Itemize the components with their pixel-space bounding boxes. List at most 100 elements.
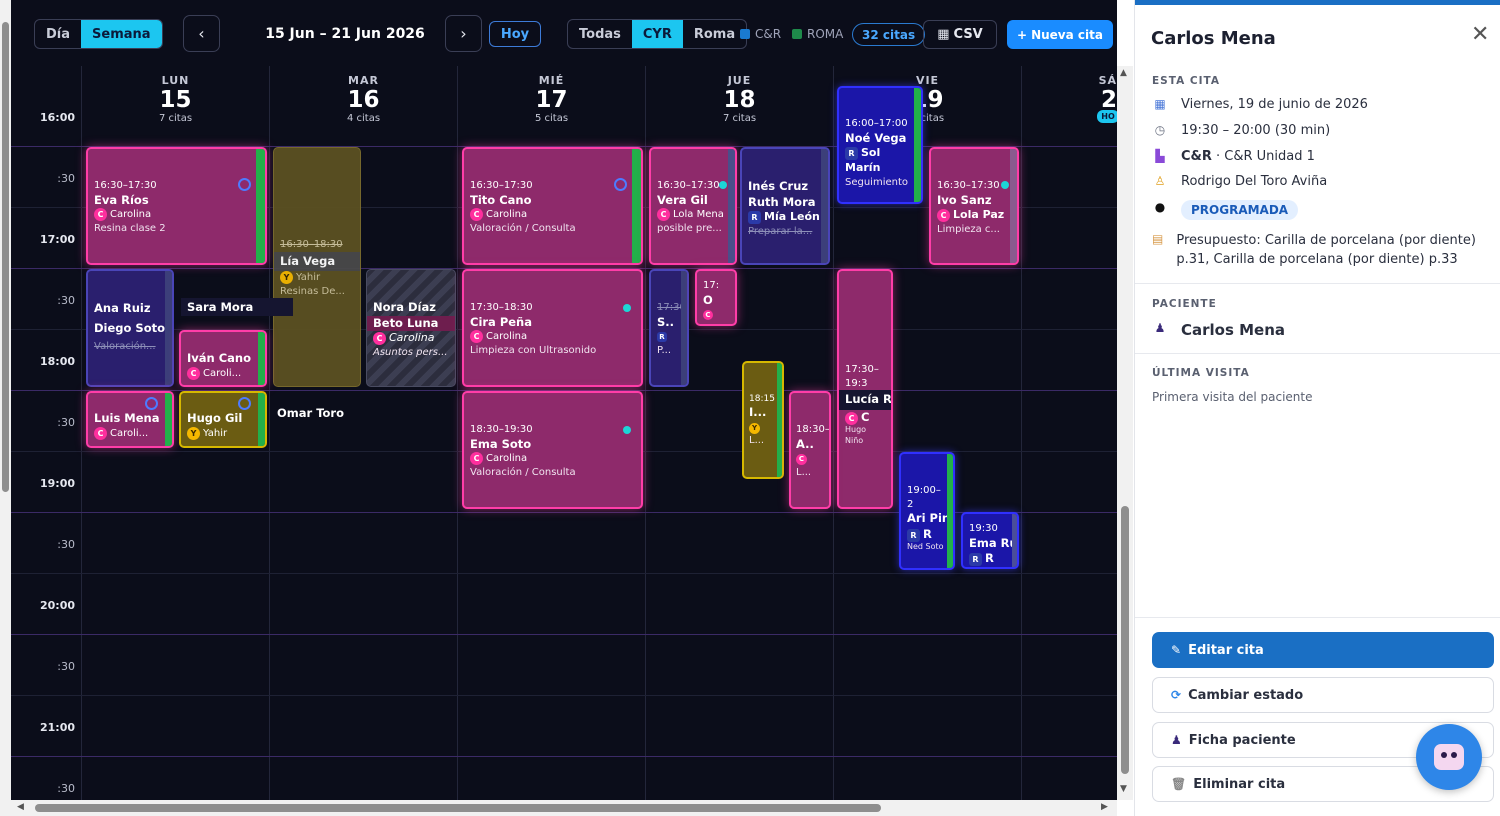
horizontal-scrollbar[interactable]: ◀ ▶ <box>11 800 1117 816</box>
status-icon <box>623 304 631 312</box>
appointment-card[interactable]: 16:30–18:30 Lía Vega Y Yahir Resinas De..… <box>273 147 361 387</box>
doctor-icon: R <box>969 553 982 567</box>
status-icon <box>145 397 158 410</box>
appointment-card[interactable]: Omar Toro <box>271 404 350 422</box>
doctor-icon: ♙ <box>1154 174 1166 188</box>
appointment-count-badge: 32 citas <box>852 23 926 46</box>
patient-row[interactable]: ♟ Carlos Mena <box>1152 321 1285 339</box>
clinic-filter: Todas CYR Roma <box>567 19 748 49</box>
appointment-card[interactable]: 16:30–17:30 Tito Cano C Carolina Valoraci… <box>462 147 643 265</box>
date-row: ▦ Viernes, 19 de junio de 2026 <box>1152 97 1368 112</box>
clock-icon: ◷ <box>1154 123 1166 137</box>
view-week-button[interactable]: Semana <box>81 20 162 48</box>
next-week-button[interactable]: › <box>445 15 482 52</box>
doctor-icon: R <box>657 332 667 343</box>
day-header-wed[interactable]: MIÉ 17 5 citas <box>458 74 645 124</box>
legend-cr-swatch <box>740 29 750 39</box>
section-this-appointment: ESTA CITA <box>1152 75 1220 87</box>
robot-icon <box>1434 744 1464 770</box>
appointment-card[interactable]: 18:15 I... Y L... <box>742 361 784 479</box>
appointment-card[interactable]: Iván Cano C Caroli... <box>179 330 267 387</box>
appointment-card[interactable]: Sara Mora <box>181 298 293 316</box>
status-row: ● PROGRAMADA <box>1152 200 1299 220</box>
change-status-button[interactable]: ⟳ Cambiar estado <box>1152 677 1494 713</box>
calendar-panel: Día Semana ‹ 15 Jun – 21 Jun 2026 › Hoy … <box>11 0 1117 800</box>
refresh-icon: ⟳ <box>1171 688 1182 702</box>
today-badge: HO <box>1097 110 1117 123</box>
doctor-icon: C <box>94 208 107 222</box>
appointment-card[interactable]: 17:30– S.. R P... <box>649 269 689 387</box>
time-label: 20:00 <box>39 599 75 612</box>
time-label: 21:00 <box>39 721 75 734</box>
close-icon[interactable]: ✕ <box>1471 22 1489 47</box>
doctor-icon: C <box>373 332 386 346</box>
scroll-up-icon[interactable]: ▲ <box>1120 68 1127 78</box>
view-day-button[interactable]: Día <box>35 20 81 48</box>
doctor-icon: C <box>703 310 713 321</box>
vertical-scrollbar[interactable]: ▲ ▼ <box>1117 66 1133 800</box>
calendar-icon: ▦ <box>1154 97 1166 111</box>
scroll-left-icon[interactable]: ◀ <box>17 802 24 812</box>
doctor-icon: Y <box>280 271 293 285</box>
appointment-card[interactable]: Nora Díaz Beto Luna C Carolina Asuntos pe… <box>366 269 456 387</box>
appointment-card[interactable]: 18:30– A.. C L... <box>789 391 831 509</box>
day-header-tue[interactable]: MAR 16 4 citas <box>270 74 457 124</box>
left-scrollbar[interactable] <box>0 0 11 816</box>
appointment-card[interactable]: 16:30–17:30 Eva Ríos C Carolina Resina cl… <box>86 147 267 265</box>
time-label: 16:00 <box>39 111 75 124</box>
doctor-icon: C <box>187 366 200 380</box>
export-csv-button[interactable]: ▦ CSV <box>923 20 997 49</box>
status-icon <box>623 426 631 434</box>
status-icon <box>238 178 251 191</box>
today-button[interactable]: Hoy <box>489 21 541 47</box>
appointment-card[interactable]: 19:00–2 Ari Pinto RR Ned Soto <box>899 452 955 570</box>
filter-all[interactable]: Todas <box>568 20 632 48</box>
last-visit-text: Primera visita del paciente <box>1152 390 1313 404</box>
doctor-icon: C <box>937 209 950 223</box>
scroll-right-icon[interactable]: ▶ <box>1101 802 1108 812</box>
filter-cyr[interactable]: CYR <box>631 20 683 48</box>
time-label: :30 <box>57 172 75 185</box>
doctor-icon: R <box>748 211 761 225</box>
day-header-mon[interactable]: LUN 15 7 citas <box>82 74 269 124</box>
user-icon: ♟ <box>1154 321 1166 335</box>
appointment-card[interactable]: 16:00–17:00 Noé Vega R Sol Marín Seguimie… <box>837 86 923 204</box>
legend-roma: ROMA <box>792 27 843 41</box>
assistant-bot-button[interactable] <box>1416 724 1482 790</box>
status-icon <box>719 181 727 189</box>
appointment-card[interactable]: 18:30–19:30 Ema Soto C Carolina Valoració… <box>462 391 643 509</box>
time-label: :30 <box>57 660 75 673</box>
appointment-card[interactable]: 17:30–18:30 Cira Peña C Carolina Limpieza… <box>462 269 643 387</box>
building-icon: ▙ <box>1155 149 1165 163</box>
appointment-card[interactable]: Inés Cruz Ruth Mora R Mía León Preparar l… <box>740 147 830 265</box>
appointment-card[interactable]: Ana Ruiz Diego Soto Valoración... <box>86 269 174 387</box>
status-dot-icon: ● <box>1154 200 1166 214</box>
calendar-toolbar: Día Semana ‹ 15 Jun – 21 Jun 2026 › Hoy … <box>11 0 1117 66</box>
time-label: 19:00 <box>39 477 75 490</box>
appointment-card-selected[interactable]: 19:30 Ema Ruiz RR <box>961 512 1019 569</box>
appointment-card[interactable]: Luis Mena C Caroli... <box>86 391 174 448</box>
new-appointment-button[interactable]: + Nueva cita <box>1007 20 1113 49</box>
doctor-icon: R <box>845 147 858 161</box>
appointment-card[interactable]: 17: O C <box>695 269 737 326</box>
status-icon <box>614 178 627 191</box>
scrollbar-thumb[interactable] <box>1121 506 1129 774</box>
edit-appointment-button[interactable]: ✎ Editar cita <box>1152 632 1494 668</box>
appointment-card[interactable]: 16:30–17:30 Vera Gil C Lola Mena posible … <box>649 147 737 265</box>
filter-roma[interactable]: Roma <box>683 20 746 48</box>
day-header-thu[interactable]: JUE 18 7 citas <box>646 74 833 124</box>
appointment-card[interactable]: Hugo Gil Y Yahir <box>179 391 267 448</box>
time-label: :30 <box>57 538 75 551</box>
appointment-card[interactable]: 17:30–19:3 Lucía Rey CC Hugo Niño <box>837 269 893 509</box>
prev-week-button[interactable]: ‹ <box>183 15 220 52</box>
appointment-card[interactable]: 16:30–17:30 Ivo Sanz C Lola Paz Limpieza … <box>929 147 1019 265</box>
doctor-icon: C <box>470 330 483 344</box>
doctor-icon: C <box>657 208 670 222</box>
doctor-icon: C <box>470 452 483 466</box>
status-badge: PROGRAMADA <box>1181 200 1299 220</box>
scroll-down-icon[interactable]: ▼ <box>1120 784 1127 794</box>
doctor-row: ♙ Rodrigo Del Toro Aviña <box>1152 174 1328 189</box>
scrollbar-thumb[interactable] <box>35 804 881 812</box>
status-icon <box>1001 181 1009 189</box>
status-icon <box>238 397 251 410</box>
